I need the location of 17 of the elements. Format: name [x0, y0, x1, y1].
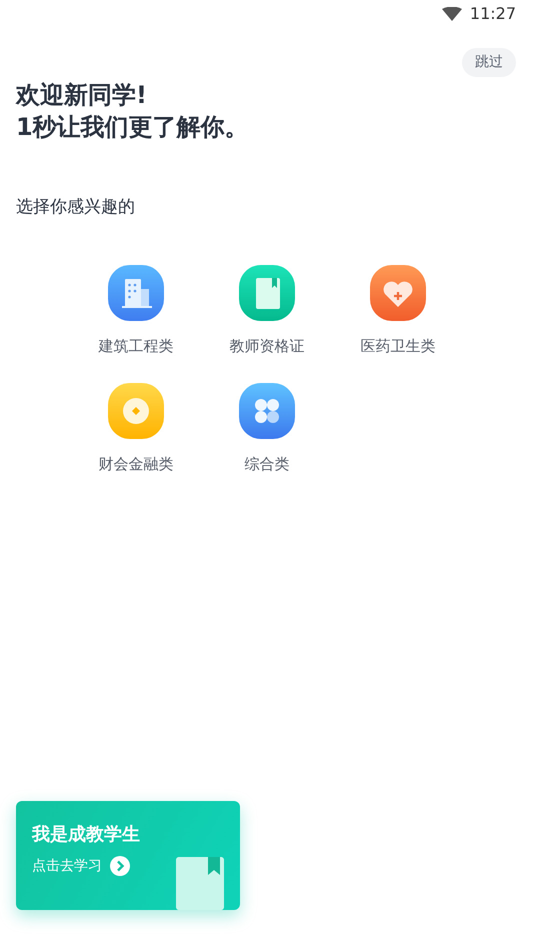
greeting-heading: 1秒让我们更了解你。: [16, 112, 250, 143]
category-item[interactable]: 财会金融类: [70, 383, 202, 476]
category-item[interactable]: 综合类: [202, 383, 332, 476]
book-icon: [176, 856, 224, 910]
wifi-icon: [442, 7, 462, 21]
category-item[interactable]: 教师资格证: [202, 264, 332, 357]
prompt-text: 选择你感兴趣的: [15, 196, 136, 219]
status-time: 11:27: [470, 3, 516, 25]
card-title: 我是成教学生: [32, 822, 141, 846]
greeting-heading: 欢迎新同学!: [16, 80, 148, 111]
skip-button[interactable]: 跳过: [462, 48, 516, 77]
clover-icon: [239, 383, 295, 439]
category-item[interactable]: 医药卫生类: [332, 264, 464, 357]
category-item[interactable]: 建筑工程类: [70, 264, 202, 357]
book-icon: [239, 264, 295, 320]
coin-icon: [108, 383, 164, 439]
building-icon: [108, 264, 164, 320]
